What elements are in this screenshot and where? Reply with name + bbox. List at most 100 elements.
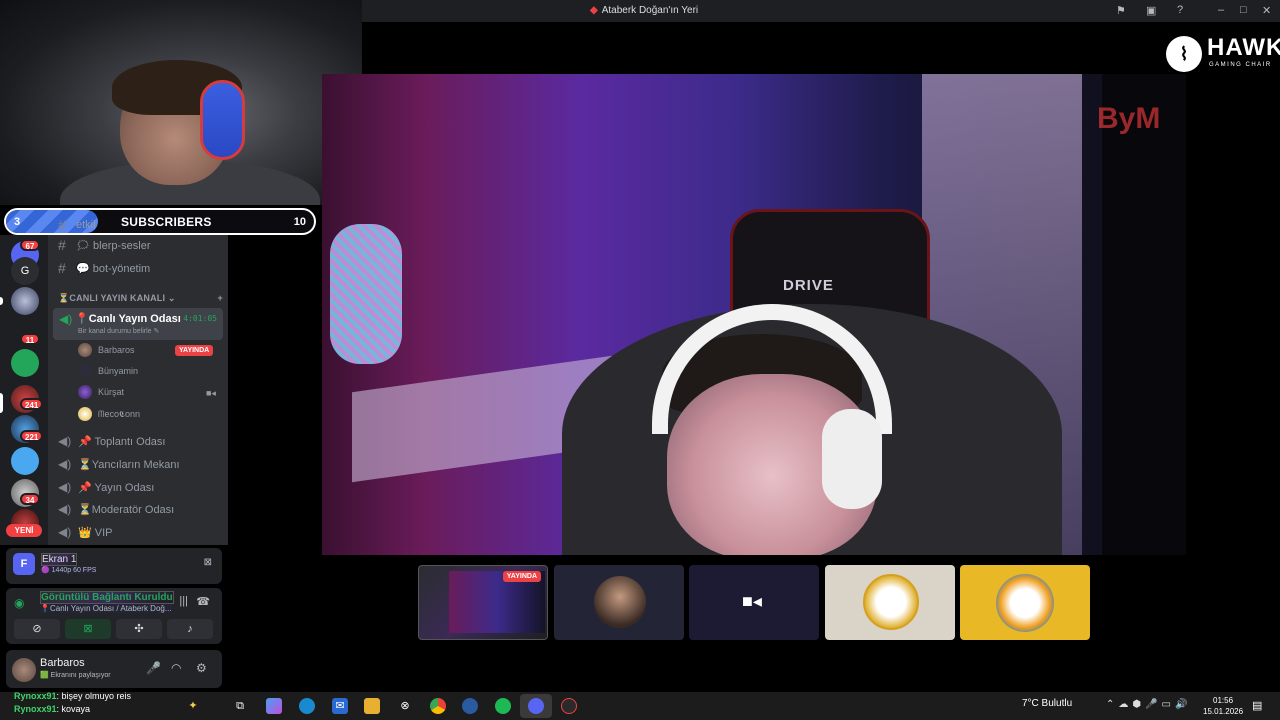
voice-connection-location[interactable]: 📍Canlı Yayın Odası / Ataberk Doğ...: [40, 604, 172, 613]
camera-off-button[interactable]: ⊘: [14, 619, 60, 639]
participant-tile[interactable]: [554, 565, 684, 640]
stop-share-icon[interactable]: ⊠: [204, 557, 212, 568]
voice-member[interactable]: Kürşat: [78, 383, 124, 401]
notification-icon[interactable]: ▤: [1252, 699, 1262, 712]
discord-icon[interactable]: [528, 698, 544, 714]
selected-pill: [0, 393, 3, 413]
help-icon[interactable]: ?: [1177, 4, 1183, 16]
voice-channel-status[interactable]: Bir kanal durumu belirle ✎: [78, 327, 159, 335]
screen-share-button[interactable]: ⊠: [65, 619, 111, 639]
system-tray[interactable]: ⌃☁⬢🎤▭🔊: [1106, 699, 1191, 710]
edge-icon[interactable]: [299, 698, 315, 714]
chevron-down-icon: ⌄: [167, 293, 176, 303]
soundboard-button[interactable]: ♪: [167, 619, 213, 639]
flag-icon[interactable]: ⚑: [1116, 4, 1126, 17]
avatar: [78, 364, 92, 378]
text-channel[interactable]: # 🗯 blerp-sesler: [58, 235, 151, 255]
server-icon[interactable]: [11, 349, 39, 377]
close-icon[interactable]: ✕: [1262, 4, 1271, 17]
subscriber-current: 3: [14, 216, 21, 228]
voice-member[interactable]: Barbaros: [78, 341, 135, 359]
mail-icon[interactable]: ✉: [332, 698, 348, 714]
steam-icon[interactable]: [462, 698, 478, 714]
clock[interactable]: 01:56 15.01.2026: [1203, 695, 1243, 717]
server-icon[interactable]: [11, 287, 39, 315]
new-badge: YENİ: [6, 524, 42, 537]
voice-channel[interactable]: ◀) ⏳Moderatör Odası: [58, 499, 174, 519]
text-channel[interactable]: # 💬 bot-yönetim: [58, 258, 150, 278]
voice-channel[interactable]: ◀) ⏳Yancıların Mekanı: [58, 454, 180, 474]
disconnect-icon[interactable]: ☎: [196, 595, 210, 608]
stream-screen: 3 SUBSCRIBERS 10 67 G 11 241 221 34 YENİ…: [0, 0, 1280, 720]
hawk-logo-tagline: GAMING CHAIR: [1209, 62, 1272, 68]
server-badge: 67: [20, 239, 40, 251]
voice-connection-panel: ◉ Görüntülü Bağlantı Kuruldu 📍Canlı Yayı…: [6, 588, 222, 644]
participant-tile[interactable]: [960, 565, 1090, 640]
gear-icon[interactable]: ⚙: [196, 661, 207, 675]
voice-channel-name: 📍Canlı Yayın Odası: [75, 313, 181, 325]
avatar: [996, 574, 1054, 632]
webcam-feed: [0, 0, 362, 205]
participant-tile[interactable]: [825, 565, 955, 640]
live-badge: YAYINDA: [175, 345, 214, 356]
server-icon[interactable]: [11, 447, 39, 475]
subscriber-goal-bar: 3 SUBSCRIBERS 10: [4, 208, 316, 235]
wall-logo: ByM: [1097, 102, 1161, 135]
hash-icon: #: [58, 260, 66, 276]
chrome-icon[interactable]: [430, 698, 446, 714]
text-channel[interactable]: # etkil: [58, 215, 96, 235]
add-channel-icon[interactable]: +: [218, 293, 223, 304]
obs-icon[interactable]: [561, 698, 577, 714]
signal-icon[interactable]: ◉: [14, 596, 24, 610]
avatar: [78, 407, 92, 421]
voice-channel[interactable]: ◀) 👑 VIP: [58, 522, 112, 542]
active-voice-channel[interactable]: ◀) 📍Canlı Yayın Odası Bir kanal durumu b…: [53, 308, 223, 340]
clock-time: 01:56: [1213, 696, 1234, 705]
hash-icon: #: [58, 237, 66, 253]
server-icon[interactable]: G: [11, 257, 39, 285]
username[interactable]: Barbaros: [40, 657, 85, 669]
microphone: [330, 224, 402, 364]
participant-tile[interactable]: ■◂: [689, 565, 819, 640]
copilot-icon[interactable]: [266, 698, 282, 714]
spotify-icon[interactable]: [495, 698, 511, 714]
chat-message: Rynoxx91: bişey olmuyo reis: [14, 691, 132, 701]
inbox-icon[interactable]: ▣: [1146, 4, 1156, 17]
screen-share-icon: F: [13, 553, 35, 575]
voice-connection-status[interactable]: Görüntülü Bağlantı Kuruldu: [40, 591, 174, 604]
camera-icon: ■◂: [742, 591, 762, 611]
copilot-sparkle-icon[interactable]: ✦: [185, 698, 201, 714]
xbox-icon[interactable]: ⊗: [397, 698, 413, 714]
avatar[interactable]: [12, 658, 36, 682]
weather-widget[interactable]: 7°C Bulutlu: [1022, 698, 1072, 709]
server-badge: 221: [20, 430, 44, 442]
activities-icon: ✣: [134, 623, 144, 635]
headphones: [200, 80, 245, 160]
clock-date: 15.01.2026: [1203, 707, 1244, 716]
server-badge: 34: [20, 493, 40, 505]
voice-channel[interactable]: ◀) 📌 Yayın Odası: [58, 477, 154, 497]
voice-channel[interactable]: ◀) 📌 Toplantı Odası: [58, 431, 165, 451]
voice-member[interactable]: Bünyamin: [78, 362, 138, 380]
channel-category[interactable]: ⏳CANLI YAYIN KANALI ⌄ +: [58, 293, 223, 304]
chair-label: DRIVE: [783, 277, 834, 294]
camera-off-icon: ⊘: [32, 623, 42, 635]
window-title: ◆ Ataberk Doğan'ın Yeri: [590, 5, 699, 16]
maximize-icon[interactable]: □: [1240, 4, 1247, 16]
minimize-icon[interactable]: –: [1218, 4, 1224, 16]
voice-member[interactable]: ᗰeco𝕮onn: [78, 405, 140, 423]
microphone-icon[interactable]: 🎤: [146, 661, 161, 675]
participant-tile-stream[interactable]: YAYINDA: [418, 565, 548, 640]
headphones-icon[interactable]: ◠: [171, 661, 181, 675]
screen-share-panel: F Ekran 1 🟣 1440p 60 FPS ⊠: [6, 548, 222, 584]
activities-button[interactable]: ✣: [116, 619, 162, 639]
noise-suppression-icon[interactable]: |||: [179, 595, 188, 607]
folder-icon[interactable]: [364, 698, 380, 714]
main-stream-view[interactable]: DRIVE ByM: [322, 74, 1186, 555]
hawk-logo-icon: ⌇: [1166, 36, 1202, 72]
windows-taskbar: ✦ ⧉ ✉ ⊗ 7°C Bulutlu ⌃☁⬢🎤▭🔊 01:56 15.01.2…: [0, 692, 1280, 720]
task-view-icon[interactable]: ⧉: [232, 698, 248, 714]
server-badge: 241: [20, 398, 44, 410]
subscriber-goal: 10: [293, 216, 306, 228]
room-window: [1102, 74, 1186, 555]
